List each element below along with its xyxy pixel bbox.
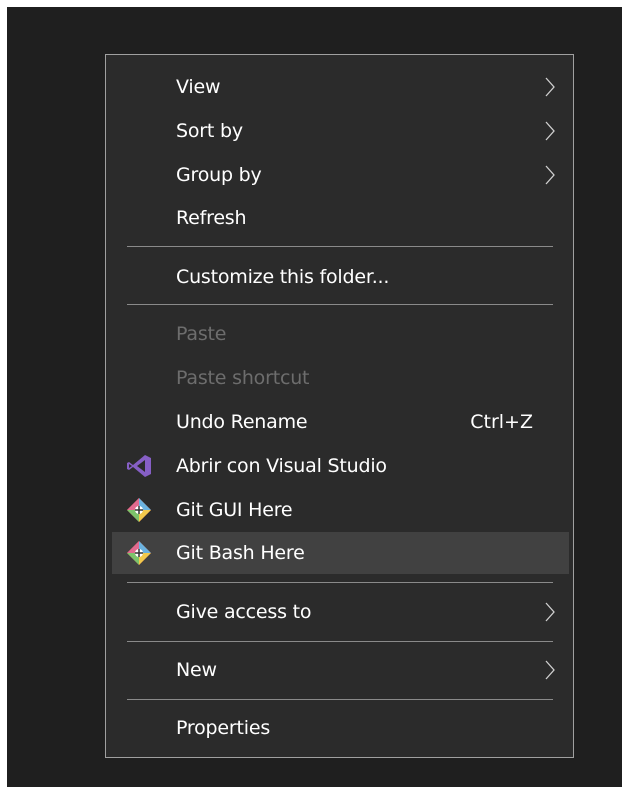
menu-item-group-by[interactable]: Group by	[112, 154, 569, 196]
shortcut-text: Ctrl+Z	[470, 411, 533, 433]
menu-item-label: Abrir con Visual Studio	[176, 455, 387, 477]
chevron-right-icon	[545, 121, 555, 141]
menu-item-label: Refresh	[176, 207, 247, 229]
menu-item-sort-by[interactable]: Sort by	[112, 110, 569, 152]
menu-item-paste-shortcut: Paste shortcut	[112, 357, 569, 399]
chevron-right-icon	[545, 165, 555, 185]
menu-separator	[127, 246, 553, 247]
menu-item-new[interactable]: New	[112, 649, 569, 691]
menu-item-customize-folder[interactable]: Customize this folder...	[112, 256, 569, 298]
menu-item-label: Undo Rename	[176, 411, 308, 433]
menu-item-label: New	[176, 659, 217, 681]
menu-item-label: Group by	[176, 164, 262, 186]
menu-item-label: Git Bash Here	[176, 542, 305, 564]
menu-item-label: Give access to	[176, 601, 312, 623]
git-icon	[127, 498, 151, 522]
menu-item-label: Git GUI Here	[176, 499, 293, 521]
chevron-right-icon	[545, 602, 555, 622]
menu-item-give-access[interactable]: Give access to	[112, 591, 569, 633]
menu-item-properties[interactable]: Properties	[112, 707, 569, 749]
menu-item-label: Sort by	[176, 120, 243, 142]
menu-item-label: Paste	[176, 323, 227, 345]
menu-item-refresh[interactable]: Refresh	[112, 197, 569, 239]
visual-studio-icon	[127, 455, 151, 477]
menu-item-open-visual-studio[interactable]: Abrir con Visual Studio	[112, 445, 569, 487]
menu-item-git-bash[interactable]: Git Bash Here	[112, 532, 569, 574]
context-menu: View Sort by Group by Refresh Customize …	[105, 54, 574, 758]
git-icon	[127, 541, 151, 565]
menu-item-undo-rename[interactable]: Undo Rename Ctrl+Z	[112, 401, 569, 443]
menu-item-label: Properties	[176, 717, 271, 739]
menu-item-paste: Paste	[112, 313, 569, 355]
chevron-right-icon	[545, 77, 555, 97]
menu-separator	[127, 699, 553, 700]
menu-separator	[127, 582, 553, 583]
menu-item-label: Paste shortcut	[176, 367, 310, 389]
menu-separator	[127, 641, 553, 642]
menu-separator	[127, 304, 553, 305]
menu-item-git-gui[interactable]: Git GUI Here	[112, 489, 569, 531]
menu-item-label: Customize this folder...	[176, 266, 390, 288]
menu-item-label: View	[176, 76, 221, 98]
chevron-right-icon	[545, 660, 555, 680]
menu-item-view[interactable]: View	[112, 66, 569, 108]
